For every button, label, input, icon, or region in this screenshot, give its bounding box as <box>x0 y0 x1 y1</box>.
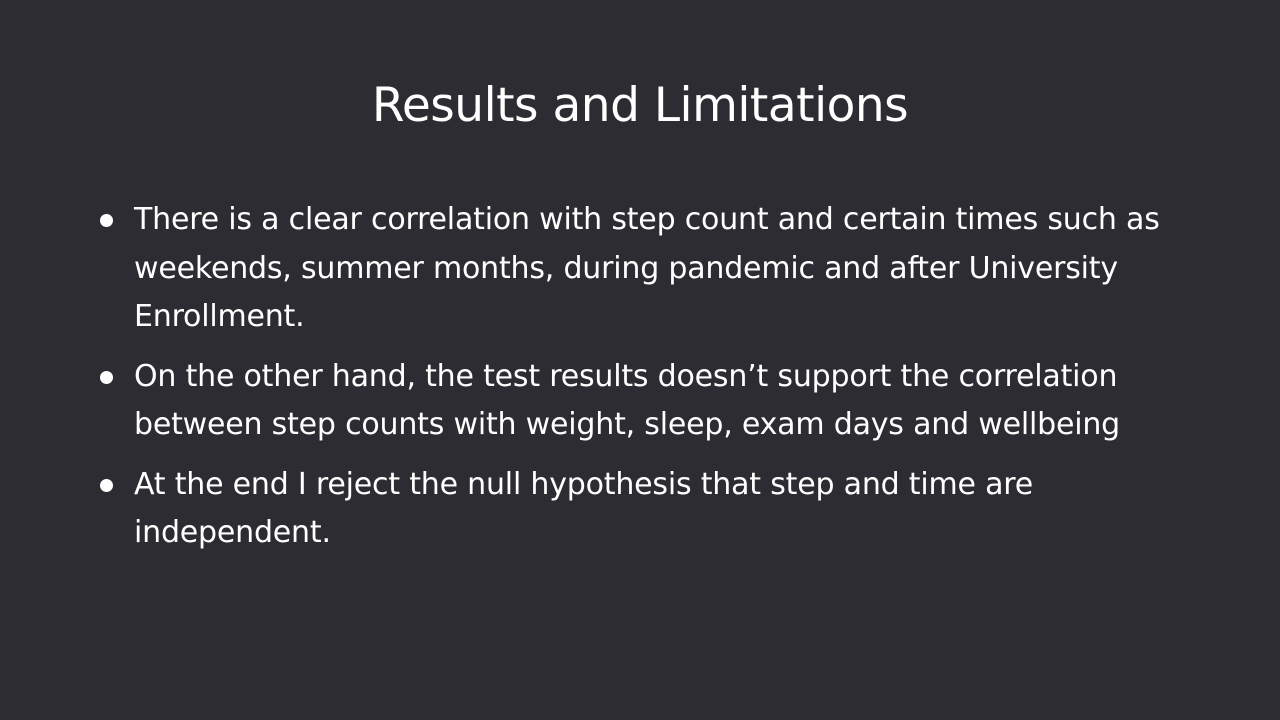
bullet-dot-icon <box>100 370 113 384</box>
bullet-list: There is a clear correlation with step c… <box>96 196 1186 569</box>
bullet-text-2: On the other hand, the test results does… <box>134 358 1120 443</box>
bullet-dot-icon <box>100 478 113 492</box>
bullet-dot-icon <box>100 214 113 227</box>
bullet-item-1: There is a clear correlation with step c… <box>96 196 1186 342</box>
bullet-text-1: There is a clear correlation with step c… <box>134 202 1160 334</box>
bullet-item-2: On the other hand, the test results does… <box>96 353 1186 450</box>
bullet-text-3: At the end I reject the null hypothesis … <box>134 466 1034 551</box>
slide-title: Results and Limitations <box>371 78 909 133</box>
slide: Results and Limitations There is a clear… <box>0 0 1280 720</box>
bullet-item-3: At the end I reject the null hypothesis … <box>96 461 1186 558</box>
